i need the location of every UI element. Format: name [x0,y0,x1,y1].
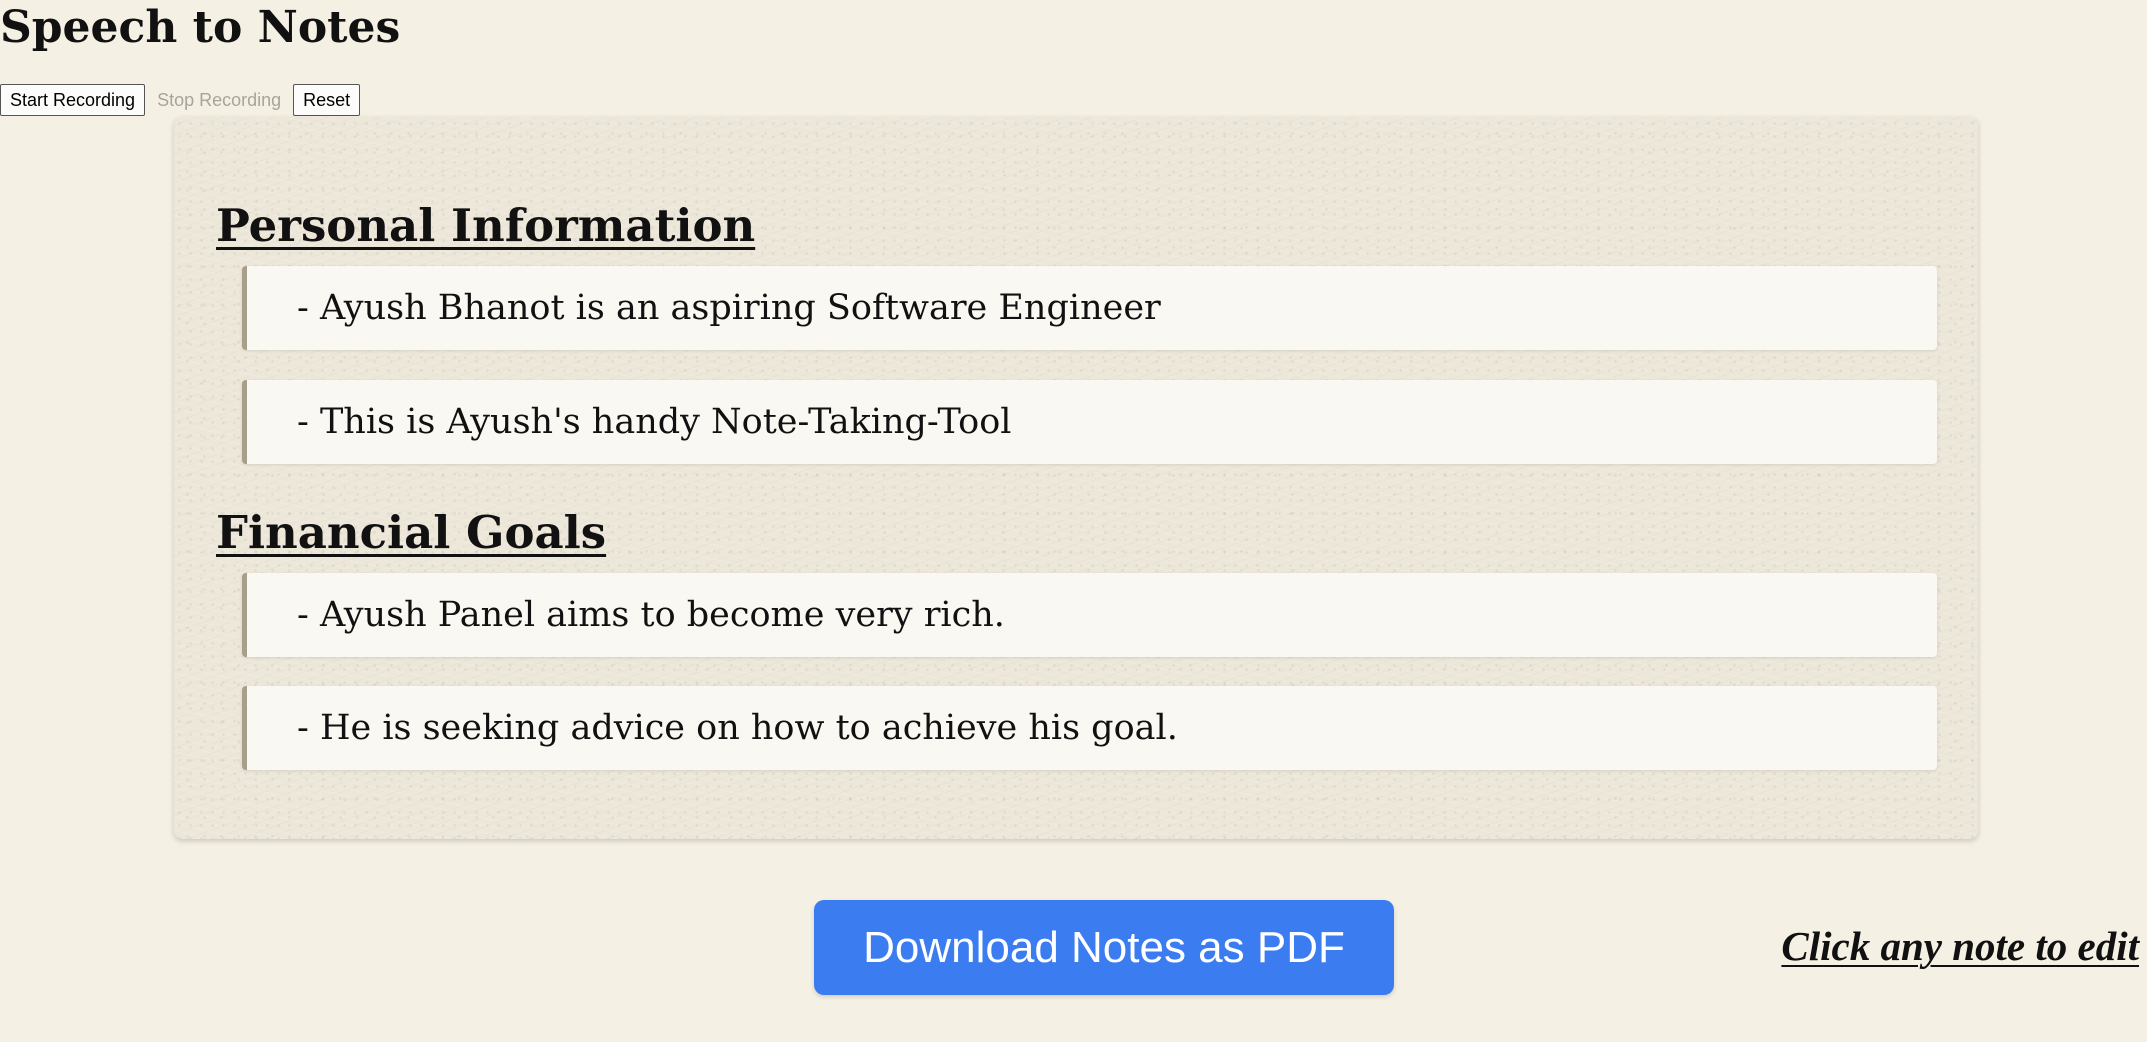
notes-panel: Personal Information - Ayush Bhanot is a… [174,117,1978,839]
note-item[interactable]: - He is seeking advice on how to achieve… [242,686,1937,770]
start-recording-button[interactable]: Start Recording [0,84,146,116]
stop-recording-button[interactable]: Stop Recording [147,84,291,116]
app-title: Speech to Notes [0,2,401,53]
note-item[interactable]: - Ayush Panel aims to become very rich. [242,573,1937,657]
reset-button[interactable]: Reset [293,84,361,116]
section-heading-financial-goals: Financial Goals [216,506,607,559]
note-item[interactable]: - This is Ayush's handy Note-Taking-Tool [242,380,1937,464]
note-item[interactable]: - Ayush Bhanot is an aspiring Software E… [242,266,1937,350]
section-heading-personal-information: Personal Information [216,199,756,252]
download-pdf-button[interactable]: Download Notes as PDF [814,900,1394,995]
recording-controls: Start Recording Stop Recording Reset [0,84,362,116]
edit-hint: Click any note to edit [1781,923,2139,969]
